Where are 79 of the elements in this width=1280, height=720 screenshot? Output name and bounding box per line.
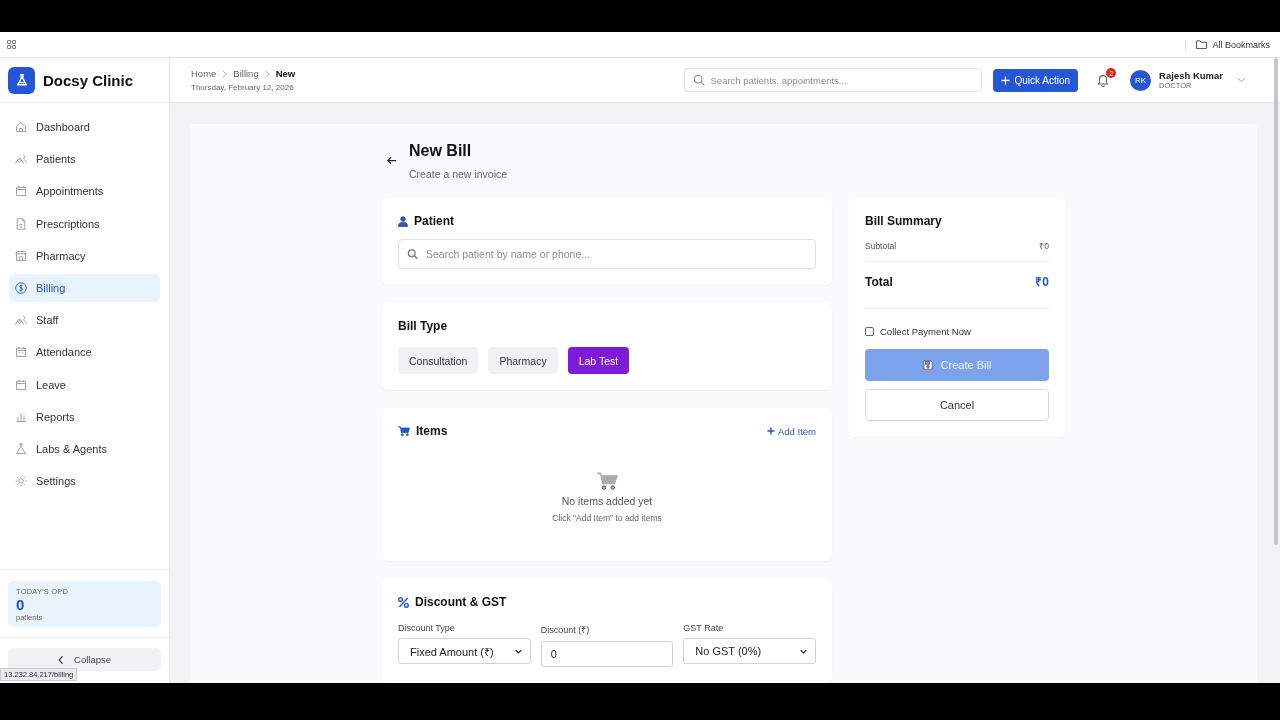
field-label: Discount (₹) bbox=[540, 624, 591, 636]
nav-item[interactable]: Labs & Agents bbox=[9, 434, 160, 463]
flask-icon bbox=[15, 442, 27, 455]
percent-icon bbox=[398, 596, 409, 608]
card-title: Items bbox=[416, 424, 448, 438]
current-date: Thursday, February 12, 2026 bbox=[191, 83, 295, 92]
nav-item[interactable]: Reports bbox=[9, 402, 160, 431]
bill-type-button[interactable]: Consultation bbox=[398, 347, 479, 374]
person-icon bbox=[398, 215, 408, 227]
checkbox[interactable] bbox=[865, 327, 874, 336]
card-title: Discount & GST bbox=[415, 595, 507, 609]
breadcrumb-link[interactable]: Home bbox=[191, 68, 217, 79]
field-label: GST Rate bbox=[683, 623, 725, 633]
total-value: ₹0 bbox=[1035, 274, 1049, 290]
empty-state-hint: Click "Add Item" to add items bbox=[552, 513, 662, 523]
apps-grid-icon[interactable] bbox=[7, 40, 16, 49]
page-subtitle: Create a new invoice bbox=[409, 168, 508, 180]
nav-item[interactable]: Patients bbox=[9, 145, 160, 174]
page-title: New Bill bbox=[409, 142, 473, 160]
cart-icon bbox=[398, 426, 410, 436]
plus-icon bbox=[766, 427, 775, 435]
nav-item[interactable]: Appointments bbox=[9, 177, 160, 206]
subtotal-value: ₹0 bbox=[1039, 240, 1049, 251]
patient-search-field[interactable]: Search patient by name or phone... bbox=[398, 239, 816, 269]
chevron-left-icon bbox=[58, 654, 64, 665]
calendar-icon bbox=[15, 346, 27, 359]
subtotal-label: Subtotal bbox=[865, 240, 897, 251]
nav-item[interactable]: Dashboard bbox=[9, 113, 160, 141]
bell-icon[interactable] bbox=[1096, 73, 1111, 87]
back-arrow-icon[interactable] bbox=[387, 156, 397, 165]
home-icon bbox=[15, 121, 27, 133]
empty-state-title: No items added yet bbox=[561, 495, 653, 507]
card-title: Bill Summary bbox=[865, 214, 943, 228]
nav-item[interactable]: Staff bbox=[9, 306, 160, 335]
nav-item[interactable]: Pharmacy bbox=[9, 241, 160, 270]
nav-item[interactable]: Prescriptions bbox=[9, 209, 160, 238]
folder-icon bbox=[1196, 40, 1208, 49]
store-icon bbox=[15, 249, 27, 262]
chevron-right-icon bbox=[264, 69, 270, 78]
dollar-icon bbox=[15, 281, 27, 294]
nav-item[interactable]: Attendance bbox=[9, 338, 160, 367]
search-icon bbox=[692, 74, 705, 86]
calendar-icon bbox=[15, 378, 27, 391]
bill-type-button[interactable]: Lab Test bbox=[567, 347, 630, 374]
nav-item[interactable]: Leave bbox=[9, 370, 160, 399]
dropdown[interactable]: No GST (0%) bbox=[683, 638, 816, 664]
scrollbar[interactable] bbox=[1274, 58, 1278, 545]
checkbox-label: Collect Payment Now bbox=[880, 326, 971, 337]
input-field[interactable]: 0 bbox=[540, 641, 674, 667]
chevron-right-icon bbox=[222, 69, 228, 78]
bill-type-button[interactable]: Pharmacy bbox=[488, 347, 558, 374]
cart-icon bbox=[596, 472, 618, 490]
field-label: Discount Type bbox=[398, 623, 456, 633]
search-field[interactable]: Search patients, appointments... bbox=[683, 68, 982, 92]
nav-item[interactable]: Settings bbox=[9, 467, 160, 496]
user-name: Rajesh Kumar bbox=[1159, 70, 1223, 81]
bookmarks-link[interactable]: All Bookmarks bbox=[1212, 39, 1270, 50]
calendar-icon bbox=[15, 185, 27, 198]
card-title: Patient bbox=[414, 214, 454, 228]
chevron-down-icon bbox=[514, 648, 522, 654]
nav-item[interactable]: Billing bbox=[9, 273, 160, 302]
card-title: Bill Type bbox=[398, 319, 448, 333]
cancel-button[interactable]: Cancel bbox=[865, 389, 1049, 421]
logo-icon bbox=[8, 66, 35, 94]
opd-count: 0 bbox=[16, 596, 25, 613]
document-icon bbox=[15, 217, 27, 230]
save-icon bbox=[922, 360, 933, 370]
chevron-down-icon bbox=[800, 648, 807, 654]
breadcrumb-link[interactable]: Billing bbox=[233, 68, 259, 79]
plus-icon bbox=[1000, 75, 1010, 85]
user-avatar[interactable]: RK bbox=[1130, 69, 1152, 91]
bar-chart-icon bbox=[15, 410, 27, 423]
dropdown[interactable]: Fixed Amount (₹) bbox=[398, 638, 531, 664]
add-item-link[interactable]: Add Item bbox=[766, 425, 816, 437]
brand-name: Docsy Clinic bbox=[43, 71, 134, 89]
quick-action-button[interactable]: Quick Action bbox=[992, 68, 1079, 92]
search-icon bbox=[407, 248, 418, 260]
collapse-button[interactable]: Collapse bbox=[8, 648, 161, 671]
total-label: Total bbox=[865, 274, 893, 289]
